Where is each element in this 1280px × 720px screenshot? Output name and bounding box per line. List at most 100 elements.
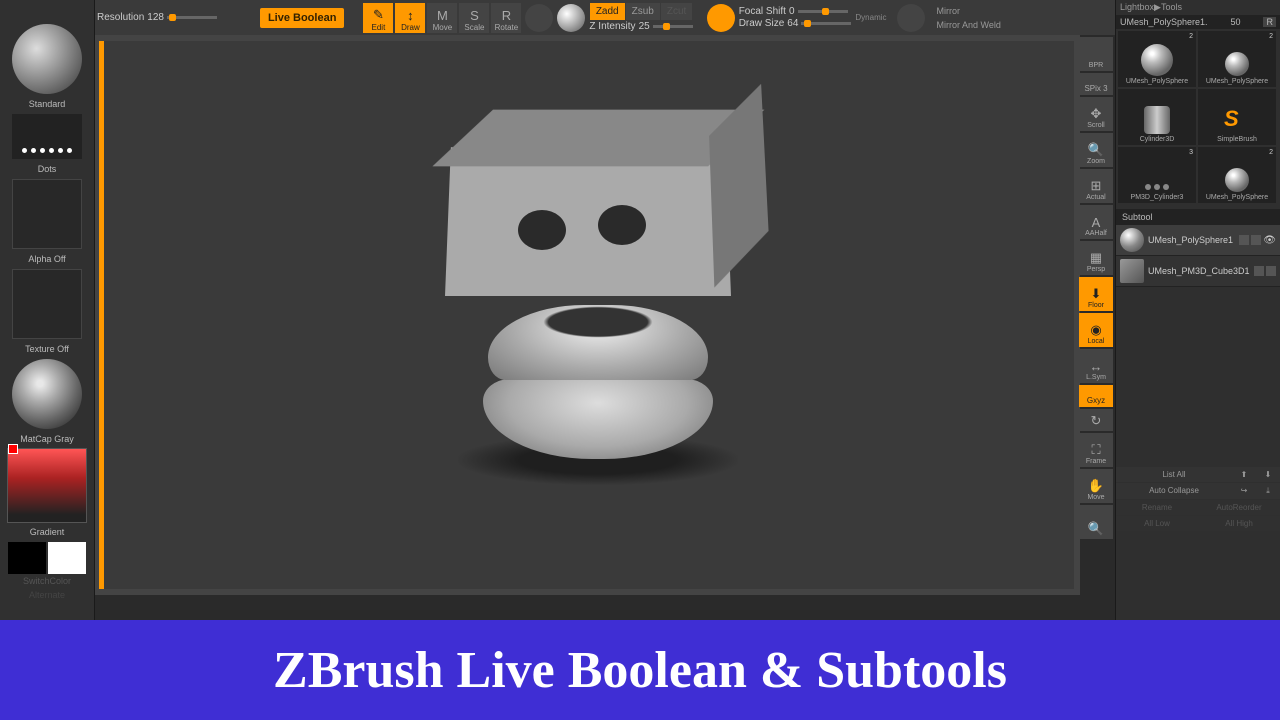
mirror-button[interactable]: Mirror (933, 4, 1005, 18)
alpha-name: Alpha Off (26, 252, 67, 266)
subtool-item[interactable]: UMesh_PM3D_Cube3D1 (1116, 256, 1280, 287)
frame-button[interactable]: ⛶Frame (1079, 433, 1113, 467)
stroke-preview[interactable] (12, 114, 82, 159)
scale-icon: S (470, 8, 479, 23)
tool-tile[interactable]: 2UMesh_PolySphere (1198, 147, 1276, 203)
top-toolbar: DynaMesh Resolution 128 Live Boolean ✎Ed… (95, 0, 1280, 35)
gizmo-button[interactable] (897, 4, 925, 32)
zoom-button[interactable]: 🔍Zoom (1079, 133, 1113, 167)
z-intensity-slider[interactable]: Z Intensity 25 (589, 21, 692, 32)
tool-panel: Lightbox▶Tools UMesh_PolySphere1. 50 R 2… (1115, 0, 1280, 720)
actual-icon: ⊞ (1091, 178, 1102, 194)
mirror-weld-button[interactable]: Mirror And Weld (933, 18, 1005, 32)
color-black[interactable] (8, 542, 46, 574)
aahalf-icon: A (1092, 215, 1101, 230)
draw-button[interactable]: ↕Draw (395, 3, 425, 33)
material-button[interactable] (557, 4, 585, 32)
tool-tile[interactable]: 3PM3D_Cylinder3 (1118, 147, 1196, 203)
subtool-thumb-icon (1120, 228, 1144, 252)
breadcrumb[interactable]: Lightbox▶Tools (1116, 0, 1280, 15)
zcut-chip[interactable]: Zcut (661, 3, 692, 20)
spix-button[interactable]: SPix 3 (1079, 73, 1113, 95)
rename-button[interactable]: Rename (1116, 500, 1198, 515)
scroll-button[interactable]: ✥Scroll (1079, 97, 1113, 131)
floor-button[interactable]: ⬇Floor (1079, 277, 1113, 311)
rotate-button[interactable]: RRotate (491, 3, 521, 33)
tool-name[interactable]: UMesh_PolySphere1. (1120, 17, 1208, 27)
zoom-nav-button[interactable]: 🔍 (1079, 505, 1113, 539)
resolution-label: Resolution (97, 12, 144, 23)
gxyz-button[interactable]: Gxyz (1079, 385, 1113, 407)
subtool-flags: 👁 (1239, 235, 1276, 245)
scroll-icon: ✥ (1091, 106, 1102, 122)
tool-tile[interactable]: 2UMesh_PolySphere (1118, 31, 1196, 87)
color-white[interactable] (48, 542, 86, 574)
dynamic-label[interactable]: Dynamic (855, 13, 886, 22)
zoom-icon: 🔍 (1088, 142, 1104, 158)
list-all-button[interactable]: List All (1116, 467, 1232, 482)
subtool-name: UMesh_PolySphere1 (1148, 235, 1233, 245)
arrow-down-button[interactable]: ⬇ (1256, 467, 1280, 482)
persp-button[interactable]: ▦Persp (1079, 241, 1113, 275)
hand-icon: ✋ (1088, 478, 1104, 494)
local-button[interactable]: ◉Local (1079, 313, 1113, 347)
auto-collapse-button[interactable]: Auto Collapse (1116, 483, 1232, 499)
resolution-value: 128 (147, 12, 164, 23)
actual-button[interactable]: ⊞Actual (1079, 169, 1113, 203)
collapse-button[interactable]: ⤓ (1256, 483, 1280, 499)
texture-slot[interactable] (12, 269, 82, 339)
subtool-actions: List All ⬆ ⬇ Auto Collapse ↪ ⤓ Rename Au… (1116, 467, 1280, 531)
all-high-button[interactable]: All High (1198, 516, 1280, 531)
zsub-chip[interactable]: Zsub (626, 3, 660, 20)
switchcolor-label[interactable]: SwitchColor (21, 574, 73, 588)
scale-button[interactable]: SScale (459, 3, 489, 33)
alternate-label[interactable]: Alternate (27, 588, 67, 602)
edit-button[interactable]: ✎Edit (363, 3, 393, 33)
move-button[interactable]: MMove (427, 3, 457, 33)
subtool-flags (1254, 266, 1276, 276)
tool-tile[interactable]: Cylinder3D (1118, 89, 1196, 145)
texture-name: Texture Off (23, 342, 71, 356)
brush-name: Standard (27, 97, 68, 111)
lsym-button[interactable]: ↔L.Sym (1079, 349, 1113, 383)
brush-preview[interactable] (12, 24, 82, 94)
tool-header: UMesh_PolySphere1. 50 R (1116, 15, 1280, 29)
local-icon: ◉ (1090, 322, 1101, 338)
eye-icon[interactable]: 👁 (1263, 235, 1276, 245)
color-picker[interactable] (7, 448, 87, 523)
subtool-item[interactable]: UMesh_PolySphere1 👁 (1116, 225, 1280, 256)
viewport-accent-bar (99, 41, 104, 589)
lsym-icon: ↔ (1090, 359, 1103, 374)
autoreorder-button[interactable]: AutoReorder (1198, 500, 1280, 515)
fill-colors (8, 542, 86, 574)
redo-button[interactable]: ↪ (1232, 483, 1256, 499)
spin-button[interactable]: ↻ (1079, 409, 1113, 431)
live-boolean-button[interactable]: Live Boolean (260, 8, 344, 28)
mirror-block: Mirror Mirror And Weld (933, 4, 1005, 32)
floor-icon: ⬇ (1091, 286, 1102, 302)
rgb-button[interactable] (525, 4, 553, 32)
all-low-button[interactable]: All Low (1116, 516, 1198, 531)
arrow-up-button[interactable]: ⬆ (1232, 467, 1256, 482)
focal-shift-slider[interactable]: Focal Shift 0 (739, 6, 852, 17)
bpr-button[interactable]: BPR (1079, 37, 1113, 71)
rotate-icon: R (502, 8, 511, 23)
spin-icon: ↻ (1091, 413, 1102, 429)
tool-tile[interactable]: 2UMesh_PolySphere (1198, 31, 1276, 87)
draw-size-slider[interactable]: Draw Size 64 (739, 18, 852, 29)
subtool-thumb-icon (1120, 259, 1144, 283)
resolution-slider[interactable]: Resolution 128 (97, 12, 217, 23)
tool-count: 50 (1231, 17, 1241, 27)
move-nav-button[interactable]: ✋Move (1079, 469, 1113, 503)
persp-icon: ▦ (1090, 250, 1102, 266)
viewport[interactable] (95, 35, 1080, 595)
gradient-label[interactable]: Gradient (28, 525, 67, 539)
zadd-chip[interactable]: Zadd (590, 3, 625, 20)
material-preview[interactable] (12, 359, 82, 429)
alpha-slot[interactable] (12, 179, 82, 249)
subtool-header[interactable]: Subtool (1116, 209, 1280, 225)
aahalf-button[interactable]: AAAHalf (1079, 205, 1113, 239)
tool-tile[interactable]: SSimpleBrush (1198, 89, 1276, 145)
tool-r[interactable]: R (1263, 17, 1276, 27)
brush-shape-button[interactable] (707, 4, 735, 32)
